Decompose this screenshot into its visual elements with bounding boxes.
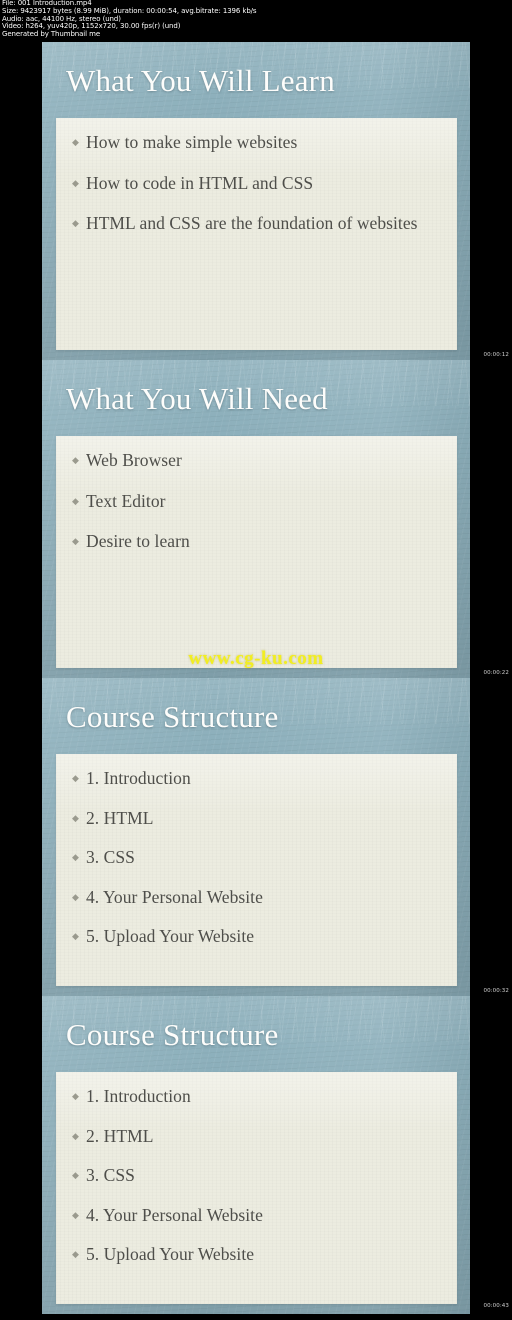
bullet-label: Text Editor bbox=[86, 490, 166, 511]
slide-thumbnail[interactable]: Course Structure ◆ 1. Introduction ◆ 2. HTML… bbox=[42, 996, 470, 1314]
slide-content-panel: ◆ 1. Introduction ◆ 2. HTML ◆ 3. CSS ◆ 4. Your … bbox=[56, 1072, 457, 1304]
thumbnail-timestamp: 00:00:22 bbox=[483, 670, 509, 676]
slide-content-panel: ◆ 1. Introduction ◆ 2. HTML ◆ 3. CSS ◆ 4. Your … bbox=[56, 754, 457, 986]
diamond-bullet-icon: ◆ bbox=[72, 536, 79, 546]
diamond-bullet-icon: ◆ bbox=[72, 812, 79, 823]
bullet-item: ◆ 2. HTML bbox=[70, 808, 441, 830]
diamond-bullet-icon: ◆ bbox=[72, 1249, 79, 1259]
diamond-bullet-icon: ◆ bbox=[72, 773, 79, 783]
thumbnail-timestamp: 00:00:43 bbox=[483, 1303, 509, 1309]
diamond-bullet-icon: ◆ bbox=[72, 891, 79, 902]
bullet-label: How to code in HTML and CSS bbox=[86, 172, 314, 193]
bullet-label: HTML and CSS are the foundation of websi… bbox=[86, 213, 418, 233]
diamond-bullet-icon: ◆ bbox=[72, 218, 79, 228]
bullet-label: 3. CSS bbox=[86, 1165, 135, 1185]
diamond-bullet-icon: ◆ bbox=[72, 137, 79, 147]
bullet-item: ◆ Desire to learn bbox=[70, 531, 441, 553]
bullet-item: ◆ How to code in HTML and CSS bbox=[70, 173, 441, 195]
bullet-item: ◆ HTML and CSS are the foundation of webs… bbox=[70, 213, 441, 235]
bullet-label: 4. Your Personal Website bbox=[86, 886, 263, 907]
diamond-bullet-icon: ◆ bbox=[72, 455, 79, 465]
slide-thumbnail[interactable]: What You Will Learn ◆ How to make simple w… bbox=[42, 42, 470, 360]
video-metadata-header: File: 001 Introduction.mp4 Size: 9423917… bbox=[2, 0, 382, 39]
bullet-label: 5. Upload Your Website bbox=[86, 1244, 255, 1264]
thumbnail-timestamp: 00:00:32 bbox=[483, 988, 509, 994]
bullet-label: 5. Upload Your Website bbox=[86, 926, 255, 946]
slide-canvas: Course Structure ◆ 1. Introduction ◆ 2. HTML… bbox=[42, 678, 470, 996]
bullet-item: ◆ 1. Introduction bbox=[70, 768, 441, 790]
bullet-label: Web Browser bbox=[86, 450, 182, 470]
bullet-item: ◆ 2. HTML bbox=[70, 1126, 441, 1148]
diamond-bullet-icon: ◆ bbox=[72, 852, 79, 862]
slide-title: What You Will Learn bbox=[66, 63, 335, 98]
slide-canvas: What You Will Need ◆ Web Browser ◆ Text Edit… bbox=[42, 360, 470, 678]
slide-content-panel: ◆ Web Browser ◆ Text Editor ◆ Desire to learn bbox=[56, 436, 457, 668]
bullet-item: ◆ 5. Upload Your Website bbox=[70, 926, 441, 948]
diamond-bullet-icon: ◆ bbox=[72, 177, 79, 188]
bullet-label: 3. CSS bbox=[86, 847, 135, 867]
slide-canvas: What You Will Learn ◆ How to make simple w… bbox=[42, 42, 470, 360]
bullet-item: ◆ Text Editor bbox=[70, 491, 441, 513]
thumbnail-timestamp: 00:00:12 bbox=[483, 352, 509, 358]
bullet-item: ◆ 4. Your Personal Website bbox=[70, 1205, 441, 1227]
diamond-bullet-icon: ◆ bbox=[72, 931, 79, 941]
slide-title: Course Structure bbox=[66, 1017, 279, 1052]
metadata-generator-line: Generated by Thumbnail me bbox=[2, 30, 101, 39]
slide-thumbnail[interactable]: Course Structure ◆ 1. Introduction ◆ 2. HTML… bbox=[42, 678, 470, 996]
bullet-label: 1. Introduction bbox=[86, 768, 191, 788]
diamond-bullet-icon: ◆ bbox=[72, 1091, 79, 1101]
bullet-label: 2. HTML bbox=[86, 1125, 154, 1146]
diamond-bullet-icon: ◆ bbox=[72, 1170, 79, 1180]
bullet-item: ◆ 3. CSS bbox=[70, 1165, 441, 1187]
slide-title: What You Will Need bbox=[66, 381, 328, 416]
bullet-item: ◆ How to make simple websites bbox=[70, 132, 441, 154]
diamond-bullet-icon: ◆ bbox=[72, 1130, 79, 1141]
bullet-item: ◆ 3. CSS bbox=[70, 847, 441, 869]
bullet-item: ◆ 1. Introduction bbox=[70, 1086, 441, 1108]
bullet-item: ◆ Web Browser bbox=[70, 450, 441, 472]
bullet-item: ◆ 5. Upload Your Website bbox=[70, 1244, 441, 1266]
thumbnail-contact-sheet: What You Will Learn ◆ How to make simple w… bbox=[0, 0, 512, 1320]
bullet-item: ◆ 4. Your Personal Website bbox=[70, 887, 441, 909]
bullet-label: 1. Introduction bbox=[86, 1086, 191, 1106]
bullet-label: How to make simple websites bbox=[86, 132, 298, 152]
diamond-bullet-icon: ◆ bbox=[72, 1209, 79, 1220]
slide-thumbnail[interactable]: What You Will Need ◆ Web Browser ◆ Text Edit… bbox=[42, 360, 470, 678]
bullet-label: 4. Your Personal Website bbox=[86, 1204, 263, 1225]
slide-title: Course Structure bbox=[66, 699, 279, 734]
diamond-bullet-icon: ◆ bbox=[72, 495, 79, 506]
bullet-label: 2. HTML bbox=[86, 807, 154, 828]
slide-canvas: Course Structure ◆ 1. Introduction ◆ 2. HTML… bbox=[42, 996, 470, 1314]
bullet-label: Desire to learn bbox=[86, 531, 190, 551]
slide-content-panel: ◆ How to make simple websites ◆ How to code… bbox=[56, 118, 457, 350]
